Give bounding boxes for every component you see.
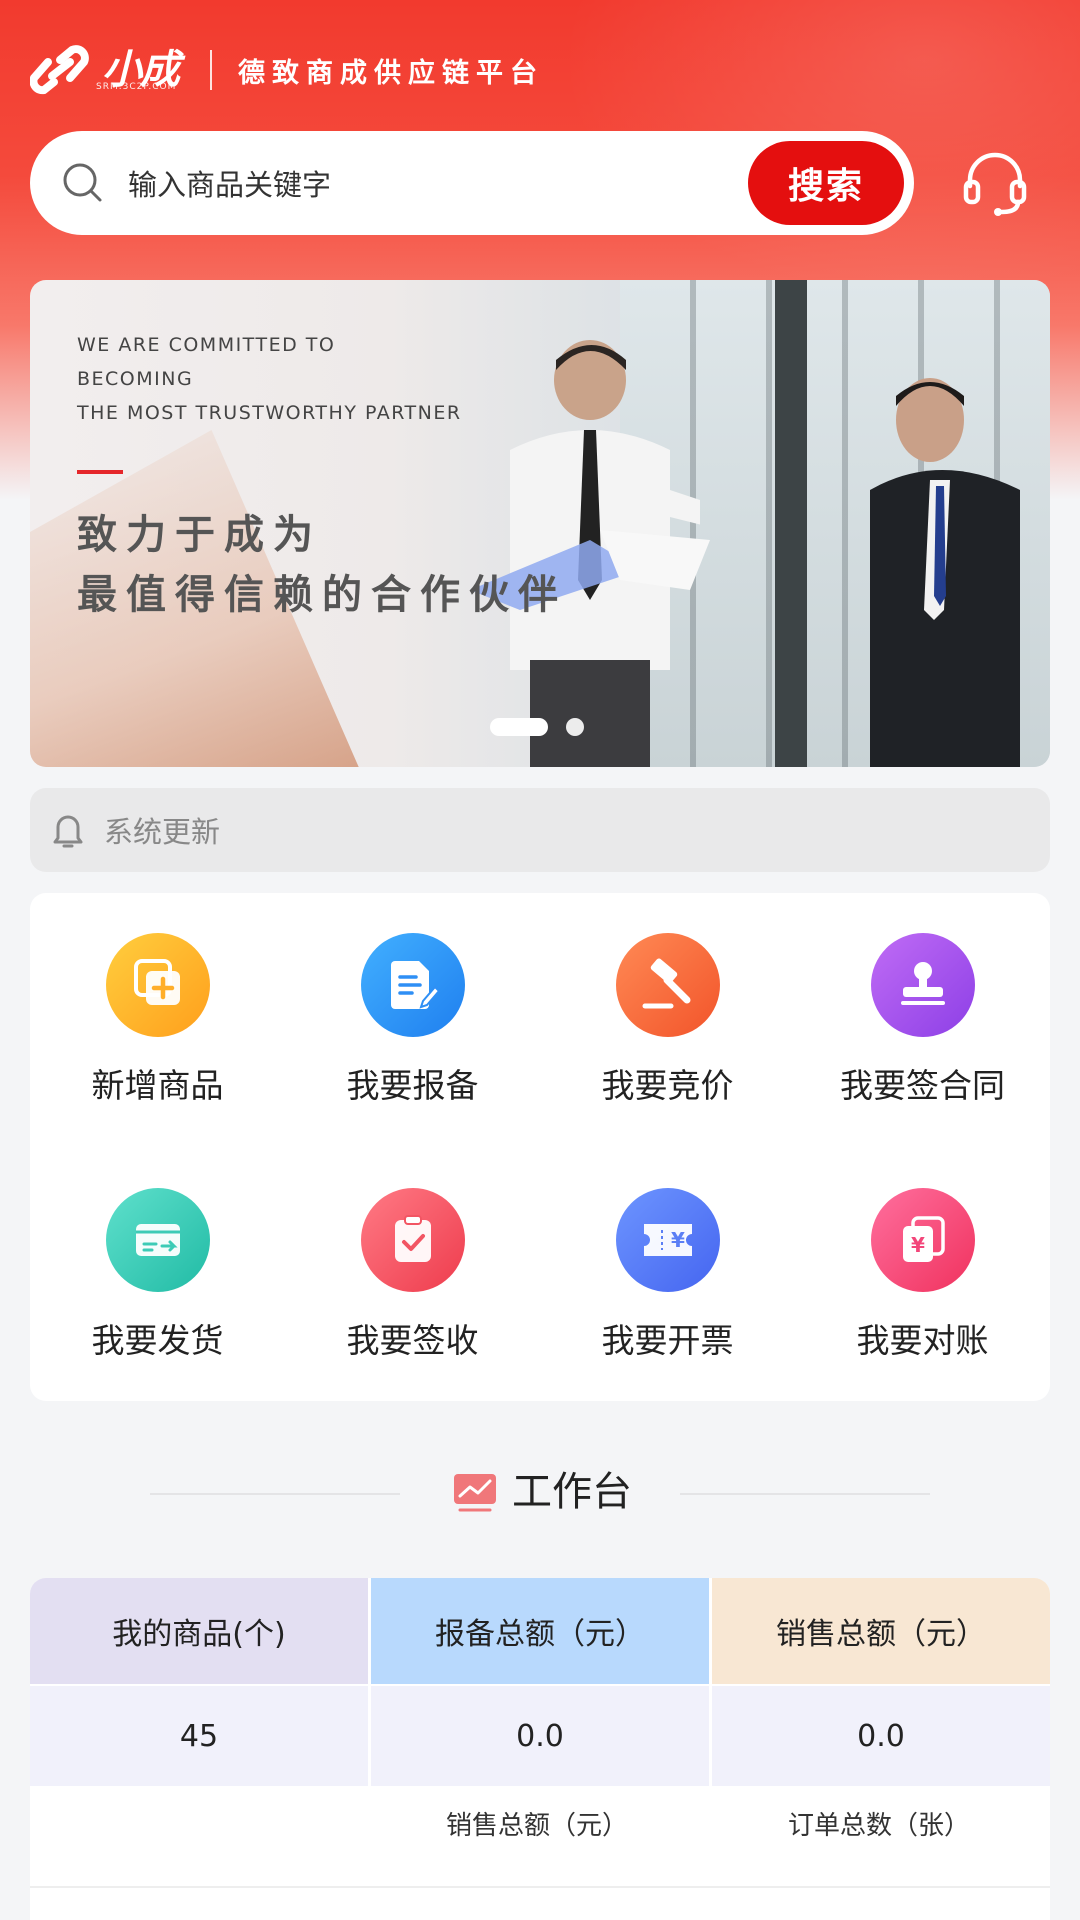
workbench-section-header: 工作台: [0, 1466, 1080, 1522]
add-product-icon: [105, 933, 210, 1037]
divider-line: [680, 1493, 930, 1495]
notice-bar[interactable]: 系统更新: [30, 788, 1050, 872]
column-header: 我的商品(个): [30, 1578, 368, 1684]
search-input[interactable]: 输入商品关键字: [128, 162, 748, 204]
shortcut-bidding[interactable]: 我要竞价: [540, 933, 795, 1107]
banner-english-slogan: WE ARE COMMITTED TO BECOMING THE MOST TR…: [77, 328, 462, 430]
logo-subtext: SRM.3C2P.COM: [96, 82, 177, 92]
banner-cn-line: 致力于成为: [77, 512, 322, 558]
header-divider: [210, 50, 212, 90]
chart-icon: [454, 1474, 496, 1512]
stat-value[interactable]: 0.0: [371, 1686, 709, 1786]
app-header: 小成 SRM.3C2P.COM 德致商成供应链平台: [29, 42, 544, 98]
shortcut-label: 我要报备: [346, 1066, 479, 1105]
invoice-ticket-icon: ¥: [615, 1188, 720, 1292]
shortcut-label: 我要发货: [91, 1321, 224, 1360]
carousel-dot-active[interactable]: [490, 718, 548, 736]
shortcut-receive[interactable]: 我要签收: [285, 1188, 540, 1362]
headset-icon[interactable]: [960, 148, 1030, 218]
businessman-suit-illustration: [870, 378, 1020, 767]
banner-accent-line: [77, 470, 123, 474]
shortcut-label: 我要签收: [346, 1321, 479, 1360]
shortcut-label: 新增商品: [91, 1066, 224, 1105]
shortcut-label: 我要开票: [601, 1321, 734, 1360]
banner-en-line: BECOMING: [77, 368, 194, 390]
shortcut-sign-contract[interactable]: 我要签合同: [795, 933, 1050, 1107]
stamp-icon: [870, 933, 975, 1037]
shortcut-label: 我要签合同: [840, 1066, 1005, 1105]
shortcut-label: 我要竞价: [601, 1066, 734, 1105]
banner-pillar: [775, 280, 807, 767]
bell-icon: [53, 815, 83, 848]
shortcut-reconcile[interactable]: ¥ 我要对账: [795, 1188, 1050, 1362]
shipping-card-icon: [105, 1188, 210, 1292]
stat-value[interactable]: 45: [30, 1686, 368, 1786]
sub-header: 销售总额（元）: [446, 1811, 629, 1841]
svg-text:¥: ¥: [911, 1233, 925, 1257]
shortcut-invoice[interactable]: ¥ 我要开票: [540, 1188, 795, 1362]
shortcut-ship[interactable]: 我要发货: [30, 1188, 285, 1362]
banner-en-line: WE ARE COMMITTED TO: [77, 334, 336, 356]
clipboard-check-icon: [360, 1188, 465, 1292]
banner-en-line: THE MOST TRUSTWORTHY PARTNER: [77, 402, 462, 424]
document-edit-icon: [360, 933, 465, 1037]
column-header: 销售总额（元）: [712, 1578, 1050, 1684]
carousel-indicators: [490, 718, 584, 736]
workbench-stats-table: 我的商品(个) 报备总额（元） 销售总额（元） 45 0.0 0.0: [30, 1578, 1050, 1920]
column-header: 报备总额（元）: [371, 1578, 709, 1684]
promo-banner[interactable]: WE ARE COMMITTED TO BECOMING THE MOST TR…: [30, 280, 1050, 767]
divider-line: [30, 1886, 1050, 1888]
shortcut-label: 我要对账: [856, 1321, 989, 1360]
banner-cn-line: 最值得信赖的合作伙伴: [77, 572, 567, 618]
search-bar[interactable]: 输入商品关键字 搜索: [30, 131, 914, 235]
shortcut-report[interactable]: 我要报备: [285, 933, 540, 1107]
search-button[interactable]: 搜索: [748, 141, 904, 225]
reconcile-icon: ¥: [870, 1188, 975, 1292]
carousel-dot[interactable]: [566, 718, 584, 736]
logo-link-icon: [29, 44, 94, 96]
notice-text: 系统更新: [104, 815, 221, 849]
svg-text:¥: ¥: [671, 1228, 685, 1252]
banner-chinese-slogan: 致力于成为 最值得信赖的合作伙伴: [77, 505, 567, 625]
workbench-title: 工作台: [512, 1469, 632, 1515]
stat-value[interactable]: 0.0: [712, 1686, 1050, 1786]
platform-title: 德致商成供应链平台: [238, 57, 544, 89]
divider-line: [150, 1493, 400, 1495]
auction-hammer-icon: [615, 933, 720, 1037]
shortcut-grid: 新增商品 我要报备 我要竞价 我要签合同 我要发货 我要签收 ¥ 我要开票 ¥ …: [30, 893, 1050, 1401]
search-icon: [63, 163, 102, 202]
shortcut-add-product[interactable]: 新增商品: [30, 933, 285, 1107]
sub-header: 订单总数（张）: [788, 1811, 971, 1841]
